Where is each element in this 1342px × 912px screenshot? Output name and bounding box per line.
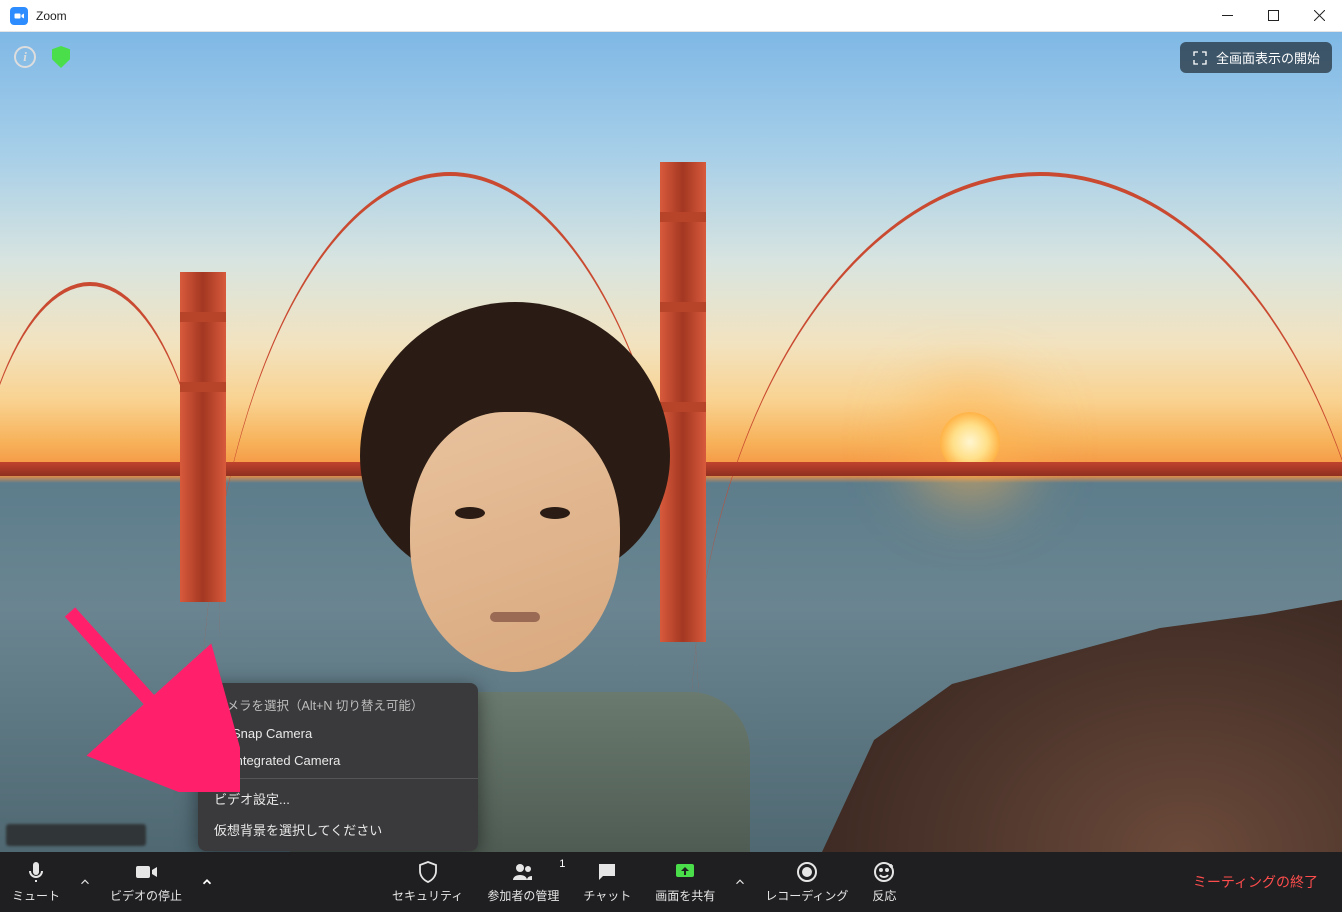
camera-select-header: カメラを選択（Alt+N 切り替え可能） bbox=[198, 689, 478, 720]
chat-label: チャット bbox=[583, 887, 631, 904]
menu-divider bbox=[198, 778, 478, 779]
security-button[interactable]: セキュリティ bbox=[380, 852, 475, 912]
stop-video-button[interactable]: ビデオの停止 bbox=[98, 852, 194, 912]
record-label: レコーディング bbox=[765, 887, 848, 904]
stop-video-label: ビデオの停止 bbox=[110, 887, 182, 904]
enter-fullscreen-button[interactable]: 全画面表示の開始 bbox=[1180, 42, 1332, 73]
window-close-button[interactable] bbox=[1296, 0, 1342, 32]
camera-option-snap[interactable]: Snap Camera bbox=[198, 720, 478, 747]
mute-button[interactable]: ミュート bbox=[0, 852, 72, 912]
window-minimize-button[interactable] bbox=[1204, 0, 1250, 32]
participants-count: 1 bbox=[559, 858, 565, 870]
video-viewport: i 全画面表示の開始 カメラを選択（Alt+N 切り替え可能） Snap Cam… bbox=[0, 32, 1342, 852]
audio-options-chevron[interactable] bbox=[72, 852, 98, 912]
chat-button[interactable]: チャット bbox=[571, 852, 643, 912]
window-maximize-button[interactable] bbox=[1250, 0, 1296, 32]
end-meeting-button[interactable]: ミーティングの終了 bbox=[1187, 872, 1324, 892]
participant-name-tag bbox=[6, 824, 146, 846]
share-label: 画面を共有 bbox=[655, 887, 715, 904]
meeting-info-icon[interactable]: i bbox=[14, 46, 36, 68]
bridge-tower bbox=[180, 272, 226, 602]
video-options-menu: カメラを選択（Alt+N 切り替え可能） Snap Camera Integra… bbox=[198, 683, 478, 851]
participants-button[interactable]: 1 参加者の管理 bbox=[475, 852, 571, 912]
window-titlebar: Zoom bbox=[0, 0, 1342, 32]
camera-option-integrated[interactable]: Integrated Camera bbox=[198, 747, 478, 774]
mute-label: ミュート bbox=[12, 887, 60, 904]
window-title: Zoom bbox=[36, 9, 67, 23]
video-options-chevron[interactable] bbox=[194, 852, 220, 912]
record-button[interactable]: レコーディング bbox=[753, 852, 860, 912]
video-settings-menuitem[interactable]: ビデオ設定... bbox=[198, 783, 478, 814]
meeting-info-area: i bbox=[14, 46, 70, 68]
window-controls bbox=[1204, 0, 1342, 32]
meeting-toolbar: ミュート ビデオの停止 セキュリティ 1 参加者の管理 チャット 画面を共有 レ… bbox=[0, 852, 1342, 912]
reactions-button[interactable]: 反応 bbox=[860, 852, 908, 912]
encryption-icon[interactable] bbox=[52, 46, 70, 68]
zoom-app-icon bbox=[10, 7, 28, 25]
fullscreen-label: 全画面表示の開始 bbox=[1216, 48, 1320, 67]
security-label: セキュリティ bbox=[392, 887, 463, 904]
virtual-background-menuitem[interactable]: 仮想背景を選択してください bbox=[198, 814, 478, 845]
share-options-chevron[interactable] bbox=[727, 852, 753, 912]
reactions-label: 反応 bbox=[872, 887, 896, 904]
share-screen-button[interactable]: 画面を共有 bbox=[643, 852, 727, 912]
participants-label: 参加者の管理 bbox=[487, 887, 559, 904]
